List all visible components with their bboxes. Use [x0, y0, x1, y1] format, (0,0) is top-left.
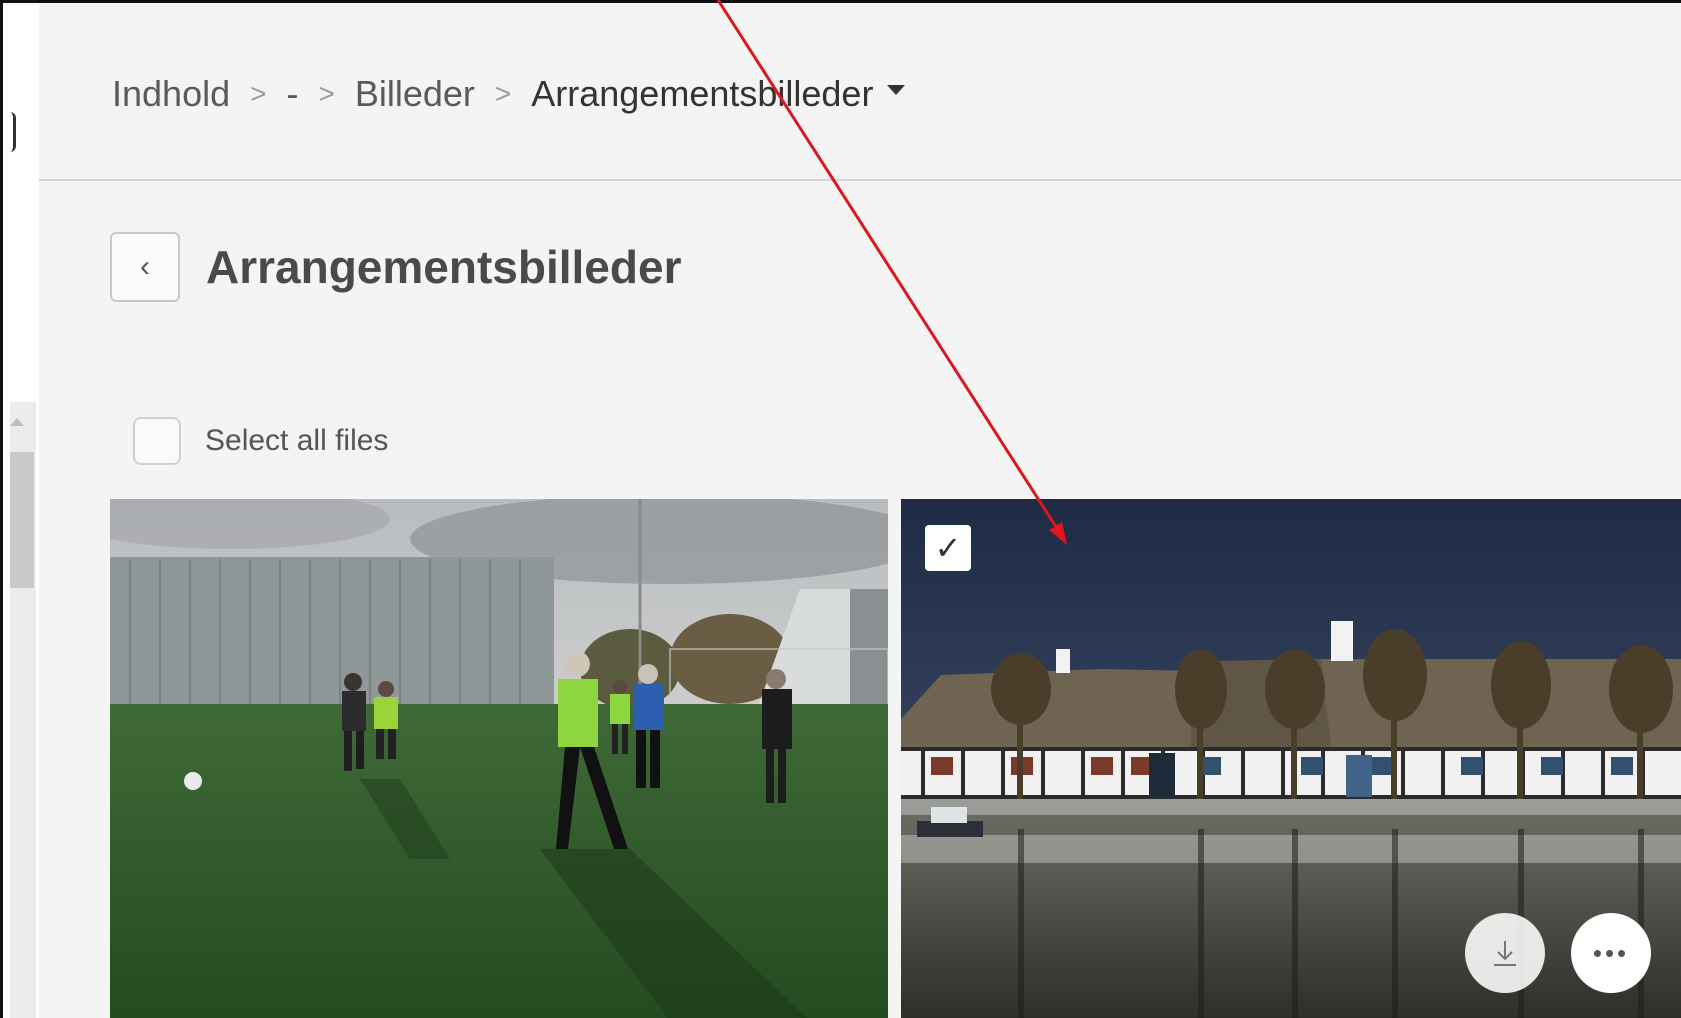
select-all-label[interactable]: Select all files — [205, 424, 388, 458]
select-all-checkbox[interactable] — [133, 417, 181, 465]
scrollbar-thumb[interactable] — [10, 452, 34, 588]
rail-bracket — [10, 112, 16, 152]
chevron-left-icon: ‹ — [140, 250, 150, 283]
breadcrumb-separator: > — [494, 78, 512, 109]
caret-down-icon[interactable] — [887, 85, 906, 95]
select-all-row: Select all files — [133, 417, 388, 465]
media-browser: Indhold > - > Billeder > Arrangementsbil… — [39, 3, 1681, 1018]
scroll-up-arrow-icon[interactable] — [10, 418, 24, 426]
thatched-houses-pond-photo — [901, 499, 1681, 1018]
more-options-button[interactable]: ••• — [1571, 913, 1651, 993]
breadcrumb-item-dash[interactable]: - — [286, 73, 298, 115]
tile-select-checkbox[interactable]: ✓ — [925, 525, 971, 571]
breadcrumb-separator: > — [250, 78, 267, 109]
checkmark-icon: ✓ — [934, 530, 962, 566]
breadcrumb-item-billeder[interactable]: Billeder — [355, 73, 475, 115]
image-tile-football[interactable] — [110, 499, 888, 1018]
breadcrumb-current-folder[interactable]: Arrangementsbilleder — [531, 73, 873, 115]
page-title: Arrangementsbilleder — [206, 241, 682, 293]
breadcrumb-separator: > — [318, 78, 335, 109]
title-row: ‹ Arrangementsbilleder — [110, 232, 681, 302]
breadcrumb-bar: Indhold > - > Billeder > Arrangementsbil… — [39, 3, 1681, 181]
breadcrumb: Indhold > - > Billeder > Arrangementsbil… — [112, 73, 906, 115]
image-tile-houses[interactable]: ✓ ••• — [901, 499, 1681, 1018]
download-button[interactable] — [1465, 913, 1545, 993]
breadcrumb-item-indhold[interactable]: Indhold — [112, 73, 230, 115]
download-icon — [1494, 941, 1516, 966]
football-field-photo — [110, 499, 888, 1018]
more-icon: ••• — [1592, 937, 1630, 968]
back-button[interactable]: ‹ — [110, 232, 180, 302]
